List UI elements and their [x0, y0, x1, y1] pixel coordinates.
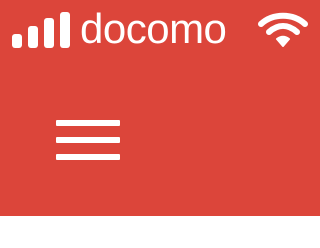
menu-icon-line — [56, 154, 120, 160]
menu-icon-line — [56, 137, 120, 143]
menu-button[interactable] — [46, 104, 132, 180]
signal-strength-icon — [12, 12, 70, 48]
hamburger-menu-icon — [56, 119, 120, 165]
menu-icon-line — [56, 120, 120, 126]
app-header: docomo — [0, 0, 320, 216]
status-bar: docomo — [0, 0, 320, 64]
wifi-icon — [258, 12, 308, 47]
content-area — [0, 216, 320, 248]
carrier-name: docomo — [80, 5, 227, 52]
